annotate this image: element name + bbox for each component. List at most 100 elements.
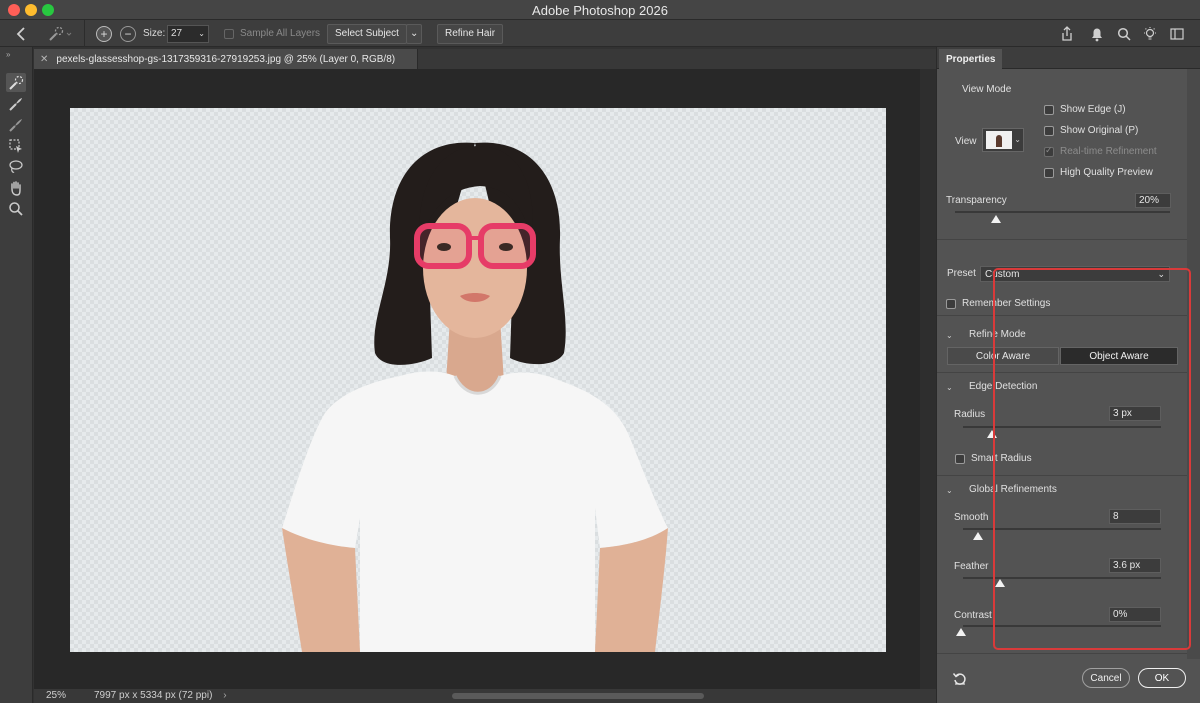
realtime-refinement-label: Real-time Refinement — [1060, 146, 1157, 157]
object-selection-icon — [9, 138, 22, 153]
subtract-from-selection-icon: − — [120, 25, 136, 42]
select-subject-dropdown[interactable]: ⌄ — [406, 23, 423, 44]
properties-panel: Properties View Mode View ⌄ Show Edge (J… — [936, 47, 1200, 703]
size-value: 27 — [171, 28, 183, 39]
chevron-down-icon[interactable]: ⌄ — [946, 486, 953, 495]
contrast-value-field[interactable]: 0% — [1109, 607, 1161, 622]
divider — [937, 315, 1187, 316]
transparency-value-field[interactable]: 20% — [1135, 193, 1171, 208]
object-aware-button[interactable]: Object Aware — [1060, 347, 1178, 365]
bell-icon[interactable] — [1090, 20, 1104, 47]
view-thumbnail — [986, 131, 1012, 149]
refine-hair-button[interactable]: Refine Hair — [437, 23, 504, 44]
document-info[interactable]: 7997 px x 5334 px (72 ppi) › — [94, 690, 227, 701]
quick-selection-brush-icon — [49, 26, 72, 41]
status-bar: 25% 7997 px x 5334 px (72 ppi) › — [34, 689, 936, 703]
app-title: Adobe Photoshop 2026 — [532, 3, 668, 18]
ok-button[interactable]: OK — [1138, 668, 1186, 688]
canvas-area[interactable] — [34, 69, 920, 689]
refine-edge-brush-tool[interactable] — [6, 94, 26, 113]
high-quality-preview-label: High Quality Preview — [1060, 167, 1153, 178]
zoom-tool[interactable] — [6, 199, 26, 218]
global-refinements-heading: Global Refinements — [969, 484, 1057, 495]
hand-icon — [11, 180, 21, 196]
size-label: Size: — [143, 28, 166, 39]
tab-strip — [418, 49, 936, 69]
transparency-slider-track[interactable] — [955, 211, 1170, 213]
quick-selection-icon — [9, 75, 24, 90]
edge-detection-heading: Edge Detection — [969, 381, 1038, 392]
select-subject-button[interactable]: Select Subject — [327, 23, 407, 44]
quick-selection-tool[interactable] — [6, 73, 26, 92]
size-field[interactable]: 27 ⌄ — [167, 20, 209, 47]
preset-dropdown[interactable]: Custom ⌄ — [980, 266, 1170, 282]
smart-radius-checkbox[interactable] — [955, 454, 965, 464]
preset-value: Custom — [985, 268, 1020, 280]
document-tab[interactable]: ✕ pexels-glassesshop-gs-1317359316-27919… — [34, 49, 418, 69]
radius-slider-track[interactable] — [963, 426, 1161, 428]
radius-value-field[interactable]: 3 px — [1109, 406, 1161, 421]
sample-all-layers-checkbox[interactable]: Sample All Layers — [224, 20, 320, 47]
tab-properties[interactable]: Properties — [939, 49, 1003, 69]
feather-slider-thumb[interactable] — [995, 579, 1005, 587]
horizontal-scrollbar[interactable] — [452, 693, 704, 699]
document-tab-title: pexels-glassesshop-gs-1317359316-2791925… — [56, 53, 396, 65]
vertical-scrollbar[interactable] — [920, 69, 936, 689]
feather-slider-track[interactable] — [963, 577, 1161, 579]
chevron-down-icon[interactable]: ⌄ — [946, 383, 953, 392]
smooth-slider-track[interactable] — [963, 528, 1161, 530]
smooth-slider-thumb[interactable] — [973, 532, 983, 540]
chevron-down-icon[interactable]: ⌄ — [946, 331, 953, 340]
contrast-slider-thumb[interactable] — [956, 628, 966, 636]
feather-label: Feather — [954, 561, 989, 572]
view-mode-heading: View Mode — [962, 84, 1012, 95]
arrange-documents-icon[interactable] — [1170, 20, 1184, 47]
high-quality-preview-checkbox[interactable] — [1044, 168, 1054, 178]
lightbulb-icon[interactable] — [1142, 20, 1158, 47]
tool-preset-picker[interactable] — [47, 20, 73, 47]
document-image[interactable] — [70, 108, 886, 652]
chevron-down-icon: ⌄ — [1157, 268, 1165, 279]
smooth-value-field[interactable]: 8 — [1109, 509, 1161, 524]
panel-scrollbar[interactable] — [1187, 69, 1200, 659]
add-to-selection-button[interactable]: + — [96, 20, 112, 47]
chevron-right-icon: › — [223, 690, 227, 701]
show-original-checkbox[interactable] — [1044, 126, 1054, 136]
close-icon[interactable]: ✕ — [40, 54, 48, 65]
show-edge-checkbox[interactable] — [1044, 105, 1054, 115]
show-original-label: Show Original (P) — [1060, 125, 1139, 136]
realtime-refinement-checkbox[interactable] — [1044, 145, 1054, 157]
tools-panel: » — [0, 47, 33, 703]
contrast-slider-track[interactable] — [963, 625, 1161, 627]
hand-tool[interactable] — [6, 178, 26, 197]
chevron-left-icon[interactable] — [16, 20, 26, 47]
view-label: View — [955, 136, 977, 147]
separator — [84, 20, 85, 47]
smooth-label: Smooth — [954, 512, 989, 523]
remember-settings-checkbox[interactable] — [946, 299, 956, 309]
divider — [937, 372, 1187, 373]
view-mode-picker[interactable]: ⌄ — [982, 128, 1024, 152]
transparency-slider-thumb[interactable] — [991, 215, 1001, 223]
transparency-label: Transparency — [946, 195, 1007, 206]
chevron-down-icon: ⌄ — [198, 29, 205, 38]
object-selection-tool[interactable] — [6, 136, 26, 155]
smart-radius-label: Smart Radius — [971, 453, 1032, 464]
lasso-tool[interactable] — [6, 157, 26, 176]
zoom-level[interactable]: 25% — [46, 690, 66, 701]
brush-tool[interactable] — [6, 115, 26, 134]
portrait-photo — [282, 142, 668, 652]
radius-slider-thumb[interactable] — [987, 430, 997, 438]
collapse-toolbar-icon[interactable]: » — [6, 50, 10, 59]
zoom-icon — [9, 201, 23, 216]
color-aware-button[interactable]: Color Aware — [947, 347, 1059, 365]
share-icon[interactable] — [1060, 20, 1074, 47]
brush-icon — [9, 97, 22, 111]
search-icon[interactable] — [1117, 20, 1131, 47]
cancel-button[interactable]: Cancel — [1082, 668, 1130, 688]
subtract-from-selection-button[interactable]: − — [120, 20, 136, 47]
feather-value-field[interactable]: 3.6 px — [1109, 558, 1161, 573]
reset-icon[interactable] — [952, 671, 968, 690]
add-to-selection-icon: + — [96, 25, 112, 42]
show-edge-label: Show Edge (J) — [1060, 104, 1126, 115]
